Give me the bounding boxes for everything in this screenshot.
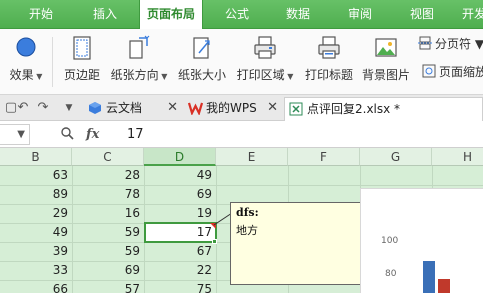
doc-tab-label: 云文档 <box>106 101 143 115</box>
background-image-button[interactable]: 背景图片 <box>360 33 412 91</box>
doc-tab-mywps[interactable]: 我的WPS ✕ <box>184 97 284 121</box>
print-titles-icon <box>318 36 340 59</box>
close-icon[interactable]: ✕ <box>167 97 178 119</box>
column-header-h[interactable]: H <box>432 148 483 166</box>
cell-c[interactable]: 59 <box>72 223 144 242</box>
embedded-chart[interactable]: 100 80 <box>360 188 483 293</box>
chart-bar <box>423 261 435 293</box>
cell-c[interactable]: 16 <box>72 204 144 223</box>
cell-c[interactable]: 59 <box>72 242 144 261</box>
doc-tab-spreadsheet[interactable]: 点评回复2.xlsx * <box>284 97 483 121</box>
formula-bar: ▼ fx 17 <box>0 121 483 148</box>
page-orientation-icon <box>129 35 150 59</box>
close-icon[interactable]: ✕ <box>267 97 278 119</box>
tab-formulas[interactable]: 公式 <box>214 0 260 29</box>
column-header-b[interactable]: B <box>0 148 72 166</box>
tab-data[interactable]: 数据 <box>275 0 321 29</box>
column-header-c[interactable]: C <box>72 148 144 166</box>
tab-page-layout[interactable]: 页面布局 <box>139 0 203 30</box>
comment-text: 地方 <box>236 224 258 237</box>
effects-icon <box>16 37 36 57</box>
background-image-icon <box>375 38 397 57</box>
chevron-down-icon: ▼ <box>284 72 294 81</box>
column-header-g[interactable]: G <box>360 148 432 166</box>
column-header-d[interactable]: D <box>144 148 216 166</box>
doc-tab-label: 我的WPS <box>206 101 257 115</box>
page-zoom-button[interactable]: 页面缩放 <box>422 61 483 83</box>
cell-d[interactable]: 75 <box>144 280 216 293</box>
page-break-icon <box>418 36 432 50</box>
cell-d[interactable]: 69 <box>144 185 216 204</box>
page-margins-icon <box>73 36 91 60</box>
tab-view[interactable]: 视图 <box>399 0 445 29</box>
print-area-icon <box>254 36 276 59</box>
menu-bar: 开始 插入 页面布局 公式 数据 审阅 视图 开发 <box>0 0 483 30</box>
cell-b[interactable]: 89 <box>0 185 72 204</box>
ribbon: 效果 ▼ 页边距 纸张方向 ▼ 纸张大小 打印区域 ▼ 打印标题 背景图片 分页… <box>0 29 483 95</box>
comment-author: dfs: <box>236 206 259 219</box>
tab-review[interactable]: 审阅 <box>337 0 383 29</box>
orientation-label: 纸张方向 <box>110 68 159 82</box>
effects-label: 效果 <box>9 68 34 82</box>
formula-input[interactable]: 17 <box>127 125 144 145</box>
cell-c[interactable]: 28 <box>72 166 144 185</box>
paper-size-label: 纸张大小 <box>177 68 226 82</box>
print-titles-label: 打印标题 <box>304 68 353 82</box>
chevron-down-icon: ▼ <box>17 129 25 140</box>
redo-icon[interactable]: ↷ <box>36 99 50 117</box>
print-titles-button[interactable]: 打印标题 <box>302 33 356 91</box>
chevron-down-icon: ▼ <box>471 37 483 51</box>
cell-b[interactable]: 49 <box>0 223 72 242</box>
cloud-doc-icon <box>89 102 101 114</box>
spreadsheet-icon <box>289 102 303 116</box>
print-area-label: 打印区域 <box>236 68 285 82</box>
wps-logo-icon <box>188 102 203 115</box>
cell-c[interactable]: 78 <box>72 185 144 204</box>
effects-button[interactable]: 效果 ▼ <box>4 33 48 91</box>
cell-b[interactable]: 66 <box>0 280 72 293</box>
cell-b[interactable]: 63 <box>0 166 72 185</box>
cell-d[interactable]: 19 <box>144 204 216 223</box>
quick-access-dropdown-icon[interactable]: ▼ <box>62 99 76 117</box>
cell-d[interactable]: 17 <box>144 223 216 242</box>
cell-c[interactable]: 57 <box>72 280 144 293</box>
page-zoom-icon <box>422 64 436 78</box>
tab-home[interactable]: 开始 <box>18 0 64 29</box>
doc-tab-cloud[interactable]: 云文档 ✕ <box>84 97 184 121</box>
cell-d[interactable]: 22 <box>144 261 216 280</box>
cell-comment[interactable]: dfs: 地方 <box>230 202 363 285</box>
insert-function-button[interactable]: fx <box>86 125 99 145</box>
cell-d[interactable]: 49 <box>144 166 216 185</box>
paper-size-button[interactable]: 纸张大小 <box>174 33 230 91</box>
cell-d[interactable]: 67 <box>144 242 216 261</box>
cell-c[interactable]: 69 <box>72 261 144 280</box>
chevron-down-icon: ▼ <box>158 72 168 81</box>
tab-developer[interactable]: 开发 <box>454 0 483 29</box>
column-header-f[interactable]: F <box>288 148 360 166</box>
zoom-search-icon[interactable] <box>60 125 74 145</box>
page-break-button[interactable]: 分页符 ▼ <box>418 33 483 55</box>
orientation-button[interactable]: 纸张方向 ▼ <box>108 33 170 91</box>
y-tick-label: 80 <box>385 269 397 279</box>
cell-b[interactable]: 29 <box>0 204 72 223</box>
y-tick-label: 100 <box>381 236 399 246</box>
chevron-down-icon: ▼ <box>33 72 43 81</box>
background-image-label: 背景图片 <box>361 68 410 82</box>
paper-size-icon <box>193 37 210 59</box>
name-box[interactable]: ▼ <box>0 124 30 145</box>
margins-button[interactable]: 页边距 <box>60 33 104 91</box>
doc-tab-label: 点评回复2.xlsx * <box>307 102 401 116</box>
print-area-button[interactable]: 打印区域 ▼ <box>234 33 296 91</box>
page-zoom-label: 页面缩放 <box>439 65 483 79</box>
cell-b[interactable]: 39 <box>0 242 72 261</box>
column-header-e[interactable]: E <box>216 148 288 166</box>
undo-icon[interactable]: ↶ <box>16 99 30 117</box>
ribbon-divider <box>52 37 53 87</box>
margins-label: 页边距 <box>63 68 100 82</box>
tab-insert[interactable]: 插入 <box>82 0 128 29</box>
page-break-label: 分页符 <box>435 37 472 51</box>
document-tab-bar: ▢ ↶ ↷ ▼ 云文档 ✕ 我的WPS ✕ 点评回复2.xlsx * <box>0 95 483 121</box>
cell-b[interactable]: 33 <box>0 261 72 280</box>
chart-bar <box>438 279 450 293</box>
